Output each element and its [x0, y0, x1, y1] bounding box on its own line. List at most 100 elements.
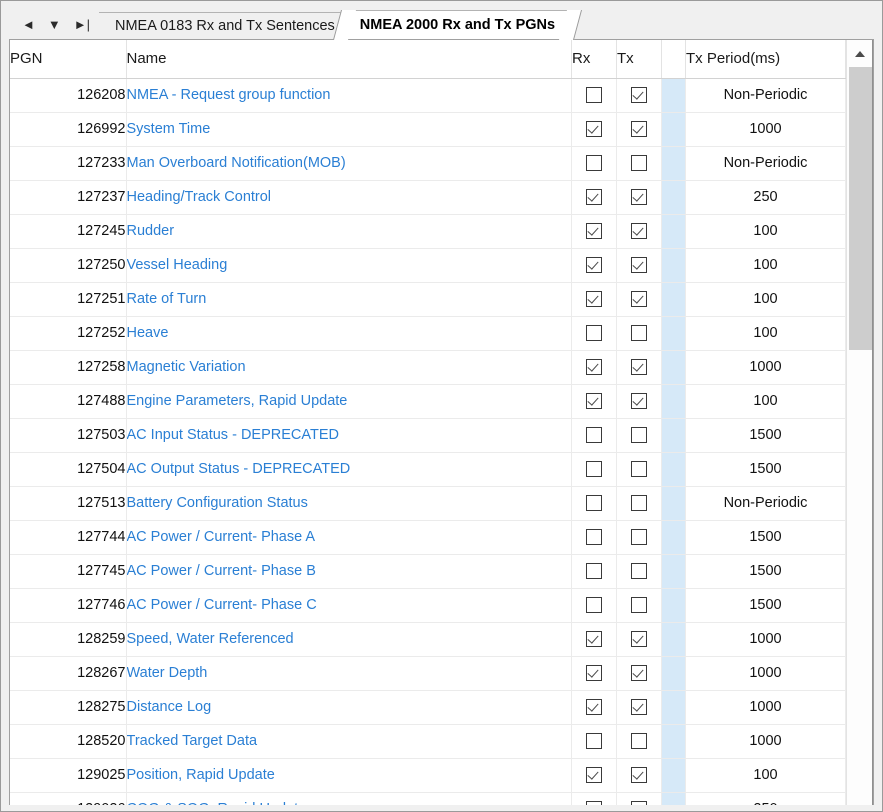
cell-tx-period[interactable]: 100	[685, 248, 846, 283]
checkbox-unchecked-icon[interactable]	[631, 495, 647, 512]
cell-name[interactable]: Man Overboard Notification(MOB)	[126, 146, 572, 181]
table-row[interactable]: 129025 Position, Rapid Update 100	[10, 758, 846, 793]
table-row[interactable]: 127258 Magnetic Variation 1000	[10, 350, 846, 385]
cell-name[interactable]: System Time	[126, 112, 572, 147]
checkbox-unchecked-icon[interactable]	[631, 597, 647, 614]
cell-name[interactable]: AC Input Status - DEPRECATED	[126, 418, 572, 453]
checkbox-checked-icon[interactable]	[586, 699, 602, 716]
cell-tx-checkbox[interactable]	[616, 384, 662, 419]
cell-name[interactable]: Rudder	[126, 214, 572, 249]
checkbox-checked-icon[interactable]	[631, 189, 647, 206]
checkbox-checked-icon[interactable]	[631, 223, 647, 240]
cell-rx-checkbox[interactable]	[571, 316, 617, 351]
cell-tx-checkbox[interactable]	[616, 690, 662, 725]
cell-name[interactable]: AC Output Status - DEPRECATED	[126, 452, 572, 487]
cell-rx-checkbox[interactable]	[571, 792, 617, 805]
table-row[interactable]: 128259 Speed, Water Referenced 1000	[10, 622, 846, 657]
checkbox-checked-icon[interactable]	[631, 121, 647, 138]
scroll-up-arrow-icon[interactable]	[847, 40, 873, 67]
cell-tx-period[interactable]: 1000	[685, 622, 846, 657]
cell-rx-checkbox[interactable]	[571, 554, 617, 589]
cell-tx-checkbox[interactable]	[616, 350, 662, 385]
cell-name[interactable]: Position, Rapid Update	[126, 758, 572, 793]
cell-tx-period[interactable]: Non-Periodic	[685, 78, 846, 113]
cell-name[interactable]: AC Power / Current- Phase B	[126, 554, 572, 589]
cell-tx-checkbox[interactable]	[616, 656, 662, 691]
cell-rx-checkbox[interactable]	[571, 282, 617, 317]
checkbox-unchecked-icon[interactable]	[586, 427, 602, 444]
cell-tx-checkbox[interactable]	[616, 554, 662, 589]
checkbox-checked-icon[interactable]	[631, 359, 647, 376]
table-row[interactable]: 127746 AC Power / Current- Phase C 1500	[10, 588, 846, 623]
cell-rx-checkbox[interactable]	[571, 452, 617, 487]
cell-tx-period[interactable]: 1000	[685, 112, 846, 147]
cell-tx-checkbox[interactable]	[616, 724, 662, 759]
checkbox-checked-icon[interactable]	[586, 189, 602, 206]
cell-tx-checkbox[interactable]	[616, 248, 662, 283]
cell-tx-period[interactable]: 100	[685, 282, 846, 317]
cell-tx-period[interactable]: 1000	[685, 690, 846, 725]
cell-tx-checkbox[interactable]	[616, 316, 662, 351]
cell-tx-period[interactable]: 100	[685, 316, 846, 351]
table-row[interactable]: 128520 Tracked Target Data 1000	[10, 724, 846, 759]
table-row[interactable]: 127745 AC Power / Current- Phase B 1500	[10, 554, 846, 589]
cell-rx-checkbox[interactable]	[571, 146, 617, 181]
cell-rx-checkbox[interactable]	[571, 78, 617, 113]
cell-tx-period[interactable]: 1500	[685, 452, 846, 487]
tab-nmea-2000[interactable]: NMEA 2000 Rx and Tx PGNs	[343, 10, 572, 39]
cell-tx-period[interactable]: Non-Periodic	[685, 486, 846, 521]
column-header-name[interactable]: Name	[126, 40, 572, 79]
checkbox-checked-icon[interactable]	[586, 359, 602, 376]
cell-rx-checkbox[interactable]	[571, 758, 617, 793]
checkbox-unchecked-icon[interactable]	[586, 597, 602, 614]
checkbox-checked-icon[interactable]	[586, 393, 602, 410]
cell-rx-checkbox[interactable]	[571, 214, 617, 249]
cell-tx-checkbox[interactable]	[616, 112, 662, 147]
checkbox-checked-icon[interactable]	[631, 801, 647, 805]
tab-last-icon[interactable]: ►|	[74, 18, 90, 31]
table-row[interactable]: 126208 NMEA - Request group function Non-P…	[10, 78, 846, 113]
checkbox-checked-icon[interactable]	[631, 87, 647, 104]
cell-tx-period[interactable]: 1500	[685, 418, 846, 453]
cell-rx-checkbox[interactable]	[571, 588, 617, 623]
cell-tx-checkbox[interactable]	[616, 486, 662, 521]
checkbox-unchecked-icon[interactable]	[631, 563, 647, 580]
cell-tx-period[interactable]: 1500	[685, 588, 846, 623]
cell-tx-period[interactable]: 250	[685, 792, 846, 805]
table-row[interactable]: 126992 System Time 1000	[10, 112, 846, 147]
cell-rx-checkbox[interactable]	[571, 248, 617, 283]
cell-tx-period[interactable]: Non-Periodic	[685, 146, 846, 181]
scrollbar-thumb[interactable]	[849, 67, 872, 350]
checkbox-unchecked-icon[interactable]	[586, 733, 602, 750]
cell-rx-checkbox[interactable]	[571, 724, 617, 759]
table-row[interactable]: 127250 Vessel Heading 100	[10, 248, 846, 283]
cell-name[interactable]: Tracked Target Data	[126, 724, 572, 759]
checkbox-checked-icon[interactable]	[631, 631, 647, 648]
checkbox-unchecked-icon[interactable]	[631, 427, 647, 444]
cell-rx-checkbox[interactable]	[571, 384, 617, 419]
cell-rx-checkbox[interactable]	[571, 350, 617, 385]
checkbox-unchecked-icon[interactable]	[586, 87, 602, 104]
cell-name[interactable]: Heave	[126, 316, 572, 351]
cell-name[interactable]: Heading/Track Control	[126, 180, 572, 215]
cell-rx-checkbox[interactable]	[571, 486, 617, 521]
cell-name[interactable]: Battery Configuration Status	[126, 486, 572, 521]
table-row[interactable]: 128275 Distance Log 1000	[10, 690, 846, 725]
cell-tx-checkbox[interactable]	[616, 588, 662, 623]
cell-tx-checkbox[interactable]	[616, 146, 662, 181]
cell-tx-checkbox[interactable]	[616, 452, 662, 487]
cell-tx-period[interactable]: 100	[685, 214, 846, 249]
cell-name[interactable]: Magnetic Variation	[126, 350, 572, 385]
table-row[interactable]: 128267 Water Depth 1000	[10, 656, 846, 691]
cell-tx-period[interactable]: 250	[685, 180, 846, 215]
cell-tx-checkbox[interactable]	[616, 78, 662, 113]
cell-name[interactable]: Engine Parameters, Rapid Update	[126, 384, 572, 419]
checkbox-unchecked-icon[interactable]	[631, 325, 647, 342]
cell-name[interactable]: Vessel Heading	[126, 248, 572, 283]
cell-rx-checkbox[interactable]	[571, 112, 617, 147]
cell-name[interactable]: Speed, Water Referenced	[126, 622, 572, 657]
cell-tx-period[interactable]: 1000	[685, 656, 846, 691]
cell-name[interactable]: NMEA - Request group function	[126, 78, 572, 113]
checkbox-unchecked-icon[interactable]	[586, 529, 602, 546]
checkbox-checked-icon[interactable]	[631, 699, 647, 716]
